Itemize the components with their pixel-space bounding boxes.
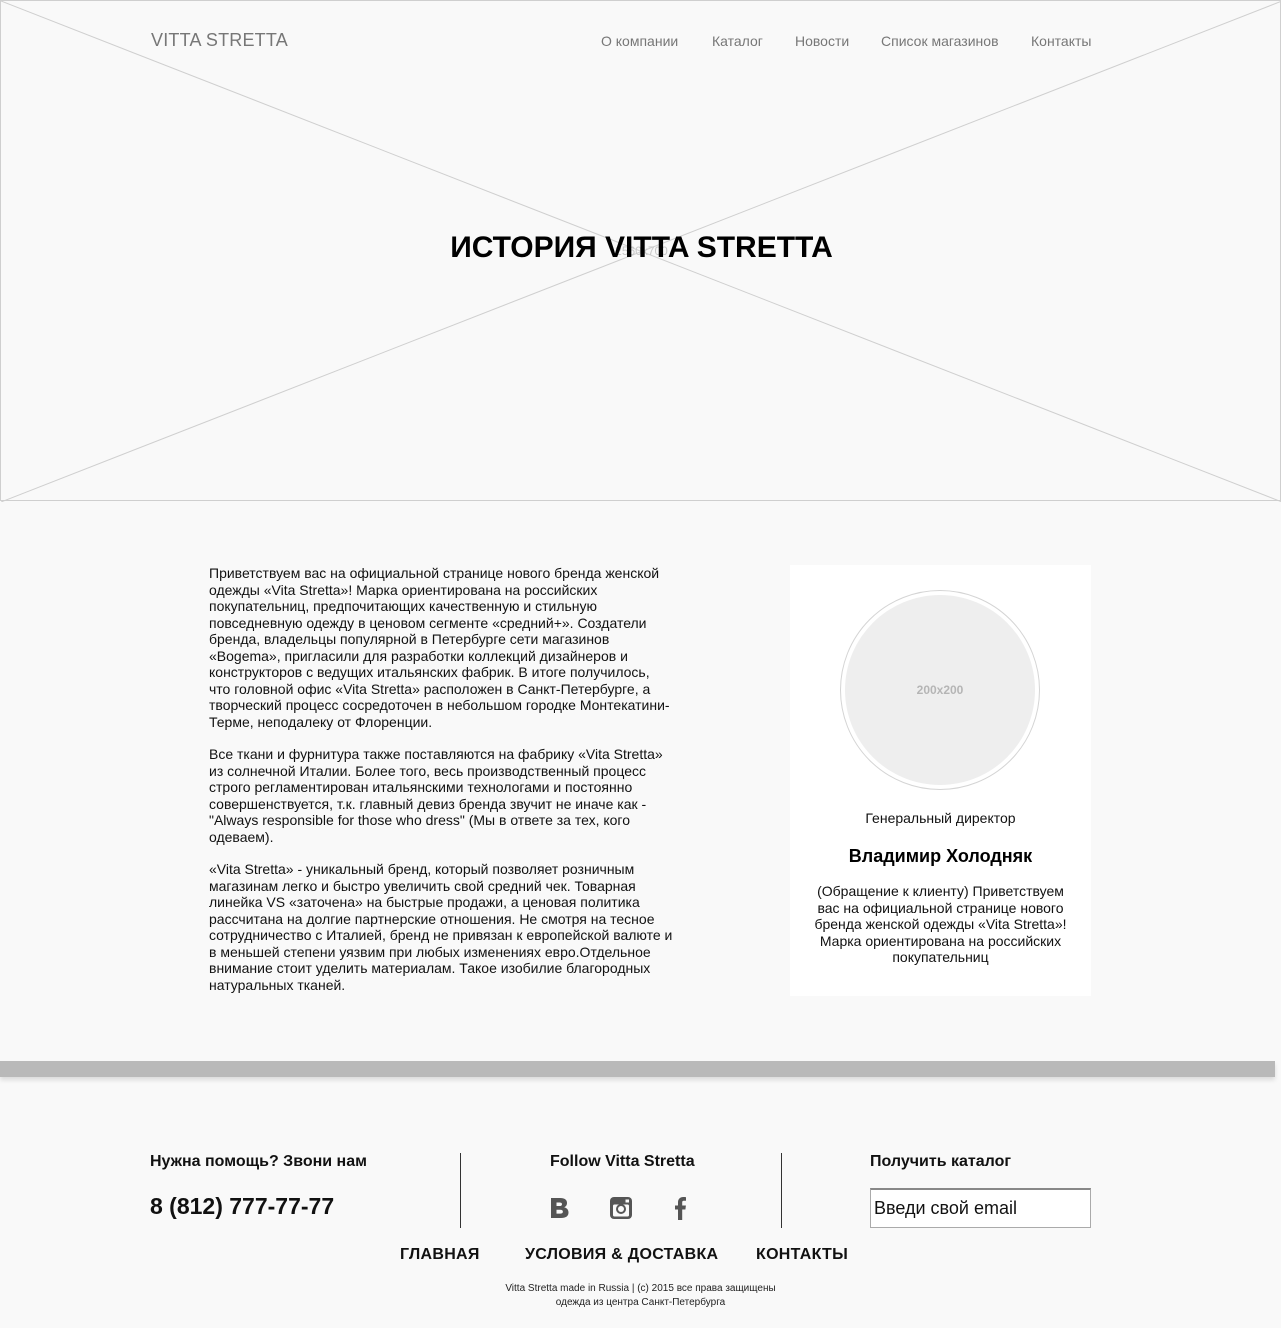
- director-name: Владимир Холодняк: [848, 846, 1033, 866]
- footer-nav-contacts[interactable]: КОНТАКТЫ: [756, 1246, 848, 1264]
- article-paragraph: Приветствуем вас на официальной странице…: [209, 565, 670, 730]
- footer-tagline: одежда из центра Санкт-Петербурга: [555, 1297, 726, 1308]
- avatar-placeholder-size: 200x200: [916, 683, 964, 697]
- page-title: ИСТОРИЯ VITTA STRETTA: [450, 231, 833, 264]
- footer-divider: [781, 1153, 782, 1228]
- nav-item-stores[interactable]: Список магазинов: [881, 33, 999, 49]
- phone-number[interactable]: 8 (812) 777-77-77: [150, 1193, 334, 1220]
- help-heading: Нужна помощь? Звони нам: [150, 1153, 367, 1170]
- footer-divider-band: [0, 1061, 1275, 1077]
- article-paragraph: Все ткани и фурнитура также поставляются…: [209, 746, 663, 845]
- nav-item-contacts[interactable]: Контакты: [1031, 33, 1091, 49]
- instagram-icon[interactable]: [608, 1195, 634, 1221]
- footer-nav-delivery[interactable]: УСЛОВИЯ & ДОСТАВКА: [525, 1246, 718, 1264]
- article-paragraph: «Vita Stretta» - уникальный бренд, котор…: [209, 861, 673, 993]
- director-role: Генеральный директор: [865, 810, 1016, 826]
- director-message: (Обращение к клиенту) Приветствуем вас н…: [814, 883, 1067, 965]
- nav-item-about[interactable]: О компании: [601, 33, 678, 49]
- director-card: 200x200 Генеральный директор Владимир Хо…: [790, 565, 1091, 996]
- hero-image-placeholder: VITTA STRETTA О компании Каталог Новости…: [0, 0, 1281, 502]
- vk-icon[interactable]: [547, 1195, 573, 1221]
- about-article: Приветствуем вас на официальной странице…: [209, 565, 674, 1009]
- nav-item-news[interactable]: Новости: [795, 33, 849, 49]
- footer-nav-home[interactable]: ГЛАВНАЯ: [400, 1246, 480, 1264]
- facebook-icon[interactable]: [668, 1195, 694, 1221]
- follow-heading: Follow Vitta Stretta: [550, 1153, 695, 1170]
- catalog-heading: Получить каталог: [870, 1153, 1011, 1170]
- site-logo[interactable]: VITTA STRETTA: [151, 30, 288, 51]
- copyright-text: Vitta Stretta made in Russia | (c) 2015 …: [505, 1283, 776, 1294]
- footer-divider: [460, 1153, 461, 1228]
- email-input[interactable]: [870, 1188, 1091, 1228]
- nav-item-catalog[interactable]: Каталог: [712, 33, 763, 49]
- avatar: 200x200: [845, 595, 1035, 785]
